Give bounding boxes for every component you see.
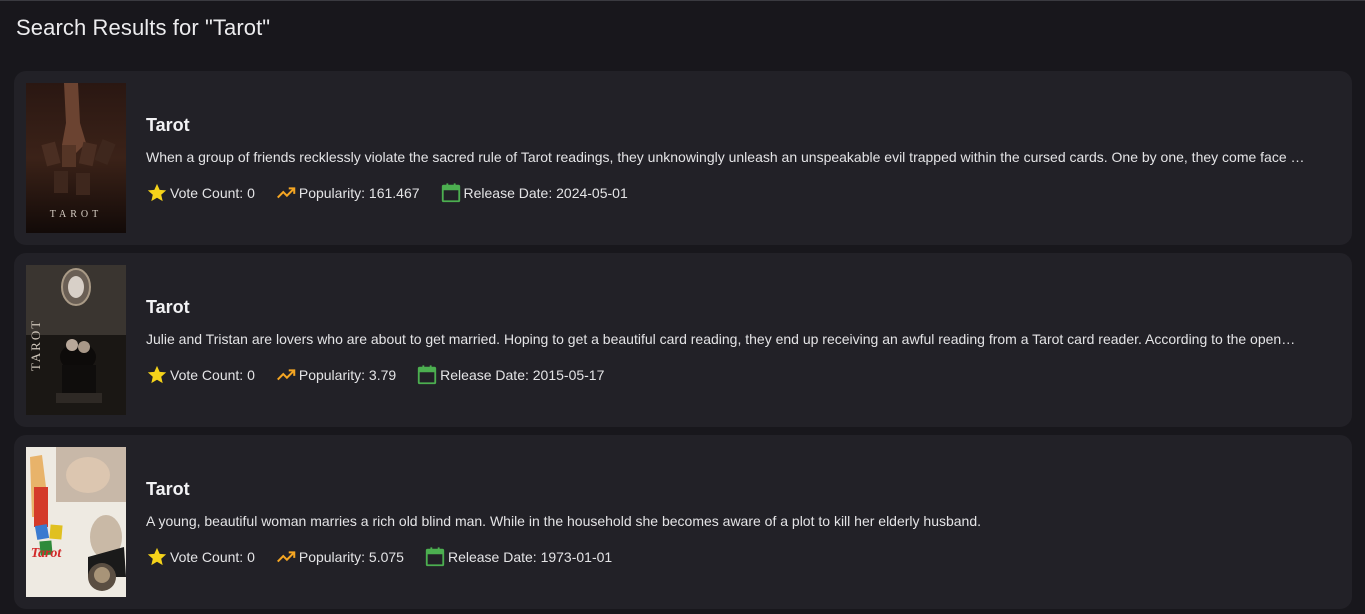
release-date-value: 1973-01-01 — [540, 549, 613, 565]
release-date-label: Release Date: — [447, 549, 537, 565]
trending-up-icon — [276, 369, 296, 381]
page-title: Search Results for "Tarot" — [16, 15, 271, 40]
calendar-icon — [417, 365, 437, 385]
vote-count: Vote Count: 0 — [146, 546, 255, 568]
release-date: Release Date: 1973-01-01 — [424, 546, 612, 568]
popularity-label: Popularity: — [298, 549, 366, 565]
vote-count-value: 0 — [247, 549, 255, 565]
vote-count-label: Vote Count: — [170, 185, 244, 201]
release-date: Release Date: 2015-05-17 — [416, 364, 604, 386]
popularity-value: 3.79 — [368, 367, 397, 383]
movie-overview: Julie and Tristan are lovers who are abo… — [146, 331, 1296, 347]
popularity-value: 161.467 — [368, 185, 420, 201]
movie-meta: Vote Count: 0 Popularity: 161.467 Releas… — [146, 182, 648, 204]
popularity-value: 5.075 — [368, 549, 404, 565]
movie-meta: Vote Count: 0 Popularity: 5.075 Release … — [146, 546, 632, 568]
movie-poster[interactable]: TAROT — [26, 83, 126, 233]
result-card[interactable]: TAROT Tarot When a group of friends reck… — [14, 71, 1352, 245]
movie-title[interactable]: Tarot — [146, 115, 190, 136]
vote-count-label: Vote Count: — [170, 367, 244, 383]
result-card[interactable]: Tarot Tarot A young, beautiful woman mar… — [14, 435, 1352, 609]
search-results-page: Search Results for "Tarot" TAROT Tarot W… — [0, 1, 1365, 614]
movie-overview: A young, beautiful woman marries a rich … — [146, 513, 982, 529]
movie-poster[interactable]: Tarot — [26, 447, 126, 597]
movie-title[interactable]: Tarot — [146, 479, 190, 500]
popularity: Popularity: 5.075 — [275, 546, 404, 568]
vote-count-value: 0 — [247, 185, 255, 201]
movie-title[interactable]: Tarot — [146, 297, 190, 318]
popularity: Popularity: 3.79 — [275, 364, 396, 386]
vote-count: Vote Count: 0 — [146, 364, 255, 386]
trending-up-icon — [276, 187, 296, 199]
movie-meta: Vote Count: 0 Popularity: 3.79 Release D… — [146, 364, 624, 386]
star-icon — [147, 183, 167, 202]
calendar-icon — [425, 547, 445, 567]
release-date: Release Date: 2024-05-01 — [440, 182, 628, 204]
release-date-value: 2024-05-01 — [556, 185, 628, 201]
movie-poster[interactable]: TAROT — [26, 265, 126, 415]
popularity-label: Popularity: — [298, 367, 366, 383]
star-icon — [147, 365, 167, 384]
star-icon — [147, 547, 167, 566]
result-card[interactable]: TAROT Tarot Julie and Tristan are lovers… — [14, 253, 1352, 427]
vote-count: Vote Count: 0 — [146, 182, 255, 204]
vote-count-label: Vote Count: — [170, 549, 244, 565]
release-date-label: Release Date: — [463, 185, 553, 201]
vote-count-value: 0 — [247, 367, 255, 383]
poster-title-text: Tarot — [31, 546, 63, 561]
trending-up-icon — [276, 551, 296, 563]
poster-title-text: TAROT — [28, 319, 43, 371]
popularity-label: Popularity: — [298, 185, 366, 201]
release-date-label: Release Date: — [440, 367, 529, 383]
movie-overview: When a group of friends recklessly viola… — [146, 149, 1305, 165]
release-date-value: 2015-05-17 — [532, 367, 605, 383]
poster-title-text: TAROT — [50, 209, 103, 220]
popularity: Popularity: 161.467 — [275, 182, 420, 204]
calendar-icon — [441, 183, 460, 203]
